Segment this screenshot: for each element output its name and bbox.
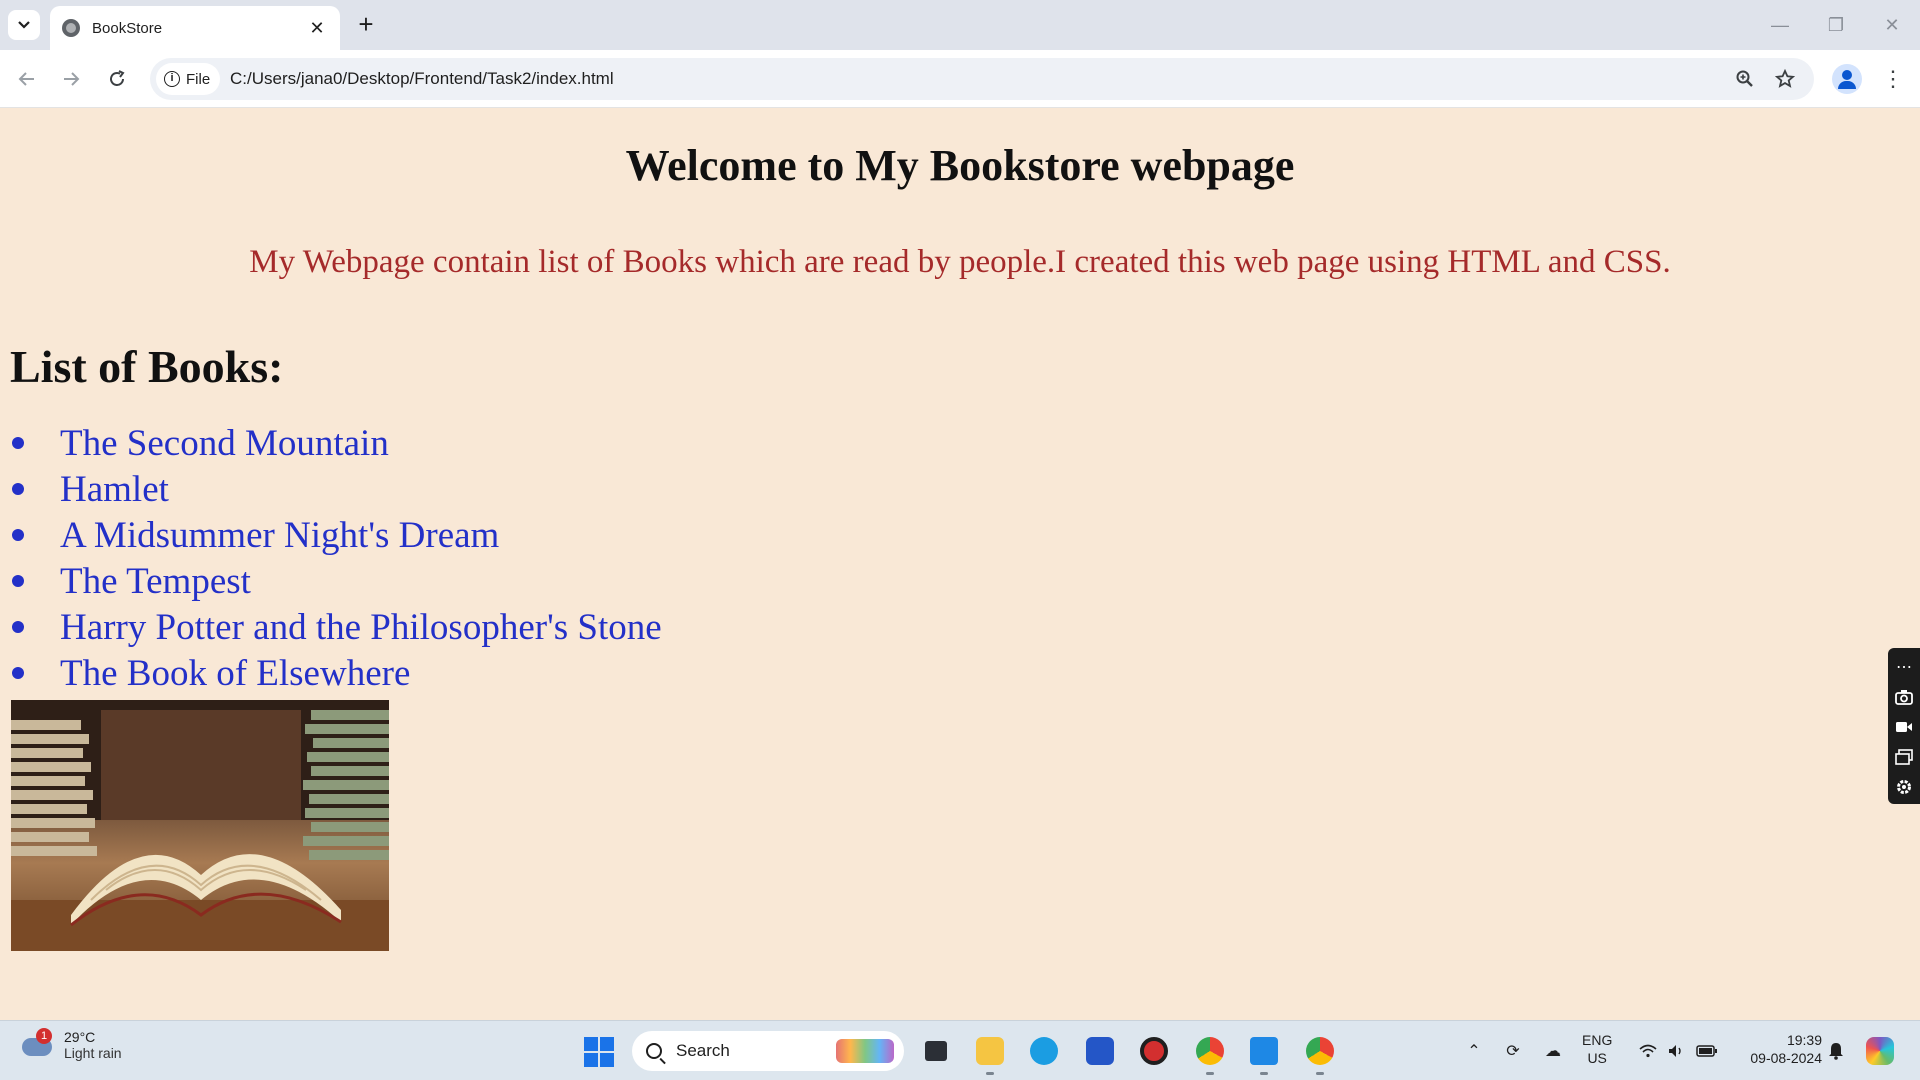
restore-icon[interactable]: ❐ bbox=[1808, 0, 1864, 50]
clock-time: 19:39 bbox=[1786, 1032, 1822, 1048]
start-button[interactable] bbox=[584, 1037, 614, 1067]
reload-icon[interactable] bbox=[102, 64, 132, 94]
new-tab-button[interactable]: + bbox=[352, 10, 380, 40]
floating-capture-toolbar: ⋯ bbox=[1888, 648, 1920, 804]
site-info-chip[interactable]: i File bbox=[156, 63, 221, 95]
gear-icon[interactable] bbox=[1895, 772, 1913, 802]
file-explorer-icon[interactable] bbox=[972, 1033, 1008, 1075]
sync-icon[interactable]: ⟳ bbox=[1500, 1033, 1526, 1069]
search-label: Search bbox=[676, 1041, 730, 1060]
site-chip-label: File bbox=[186, 70, 211, 88]
chevron-down-icon bbox=[18, 21, 30, 29]
bullet-icon bbox=[12, 483, 24, 495]
search-icon bbox=[646, 1043, 662, 1059]
battery-icon[interactable] bbox=[1694, 1033, 1720, 1069]
globe-icon bbox=[62, 19, 80, 37]
list-item: The Second Mountain bbox=[10, 420, 662, 466]
bullet-icon bbox=[12, 621, 24, 633]
browser-menu-icon[interactable]: ⋮ bbox=[1880, 64, 1906, 94]
forward-icon[interactable] bbox=[56, 64, 86, 94]
language-code: ENG bbox=[1582, 1032, 1613, 1048]
list-heading: List of Books: bbox=[10, 341, 284, 392]
bullet-icon bbox=[12, 667, 24, 679]
list-item: The Tempest bbox=[10, 558, 662, 604]
window-capture-icon[interactable] bbox=[1895, 742, 1913, 772]
edge-icon[interactable] bbox=[1026, 1033, 1062, 1069]
task-view-icon[interactable] bbox=[918, 1033, 954, 1069]
recorder-icon[interactable] bbox=[1136, 1033, 1172, 1069]
url-text[interactable]: C:/Users/jana0/Desktop/Frontend/Task2/in… bbox=[230, 69, 614, 89]
book-title: Harry Potter and the Philosopher's Stone bbox=[60, 606, 662, 648]
minimize-icon[interactable]: — bbox=[1752, 0, 1808, 50]
clock-date: 09-08-2024 bbox=[1750, 1050, 1822, 1066]
copilot-icon[interactable] bbox=[1864, 1033, 1896, 1069]
bullet-icon bbox=[12, 575, 24, 587]
more-options-icon[interactable]: ⋯ bbox=[1896, 652, 1912, 682]
region-code: US bbox=[1587, 1050, 1607, 1066]
book-title: A Midsummer Night's Dream bbox=[60, 514, 500, 556]
chrome-profile-icon[interactable] bbox=[1192, 1033, 1228, 1075]
info-icon: i bbox=[164, 71, 180, 87]
close-window-icon[interactable]: ✕ bbox=[1864, 0, 1920, 50]
list-item: The Book of Elsewhere bbox=[10, 650, 662, 696]
weather-badge: 1 bbox=[36, 1028, 52, 1044]
page-intro: My Webpage contain list of Books which a… bbox=[249, 244, 1671, 280]
weather-icon: 1 bbox=[20, 1028, 54, 1060]
book-title: Hamlet bbox=[60, 468, 169, 510]
taskbar: 1 29°C Light rain Search ⌃ ⟳ ☁ ENG US 19… bbox=[0, 1020, 1920, 1080]
language-indicator[interactable]: ENG US bbox=[1582, 1031, 1612, 1067]
video-icon[interactable] bbox=[1895, 712, 1913, 742]
tab-title: BookStore bbox=[92, 19, 163, 37]
vscode-icon[interactable] bbox=[1246, 1033, 1282, 1075]
book-title: The Tempest bbox=[60, 560, 251, 602]
store-icon[interactable] bbox=[1082, 1033, 1118, 1069]
notification-bell-icon[interactable] bbox=[1824, 1033, 1848, 1069]
back-icon[interactable] bbox=[12, 64, 42, 94]
onedrive-icon[interactable]: ☁ bbox=[1540, 1033, 1566, 1069]
book-list: The Second Mountain Hamlet A Midsummer N… bbox=[10, 420, 662, 696]
book-title: The Second Mountain bbox=[60, 422, 389, 464]
profile-avatar-icon[interactable] bbox=[1832, 64, 1862, 94]
weather-condition: Light rain bbox=[64, 1045, 122, 1061]
books-photo bbox=[11, 700, 389, 951]
chrome-icon[interactable] bbox=[1302, 1033, 1338, 1075]
zoom-icon[interactable] bbox=[1732, 66, 1758, 92]
clock[interactable]: 19:39 09-08-2024 bbox=[1738, 1031, 1822, 1067]
list-item: Hamlet bbox=[10, 466, 662, 512]
taskbar-search[interactable]: Search bbox=[632, 1031, 904, 1071]
wifi-icon[interactable] bbox=[1636, 1033, 1660, 1069]
tab-strip: BookStore ✕ + — ❐ ✕ bbox=[0, 0, 1920, 50]
bullet-icon bbox=[12, 529, 24, 541]
camera-icon[interactable] bbox=[1895, 682, 1913, 712]
page-content: Welcome to My Bookstore webpage My Webpa… bbox=[0, 108, 1920, 1020]
window-controls: — ❐ ✕ bbox=[1752, 0, 1920, 50]
tab-search-button[interactable] bbox=[8, 10, 40, 40]
browser-toolbar: i File C:/Users/jana0/Desktop/Frontend/T… bbox=[0, 50, 1920, 108]
close-tab-icon[interactable]: ✕ bbox=[306, 18, 328, 39]
weather-widget[interactable]: 1 29°C Light rain bbox=[20, 1028, 122, 1061]
chevron-up-icon[interactable]: ⌃ bbox=[1462, 1033, 1486, 1069]
volume-icon[interactable] bbox=[1664, 1033, 1688, 1069]
weather-temperature: 29°C bbox=[64, 1029, 96, 1045]
address-bar[interactable]: i File C:/Users/jana0/Desktop/Frontend/T… bbox=[150, 58, 1814, 100]
bookmark-star-icon[interactable] bbox=[1772, 66, 1798, 92]
list-item: Harry Potter and the Philosopher's Stone bbox=[10, 604, 662, 650]
book-title: The Book of Elsewhere bbox=[60, 652, 411, 694]
list-item: A Midsummer Night's Dream bbox=[10, 512, 662, 558]
page-title: Welcome to My Bookstore webpage bbox=[625, 141, 1295, 190]
tab-bookstore[interactable]: BookStore ✕ bbox=[50, 6, 340, 50]
bullet-icon bbox=[12, 437, 24, 449]
search-highlight-icon bbox=[836, 1039, 894, 1063]
